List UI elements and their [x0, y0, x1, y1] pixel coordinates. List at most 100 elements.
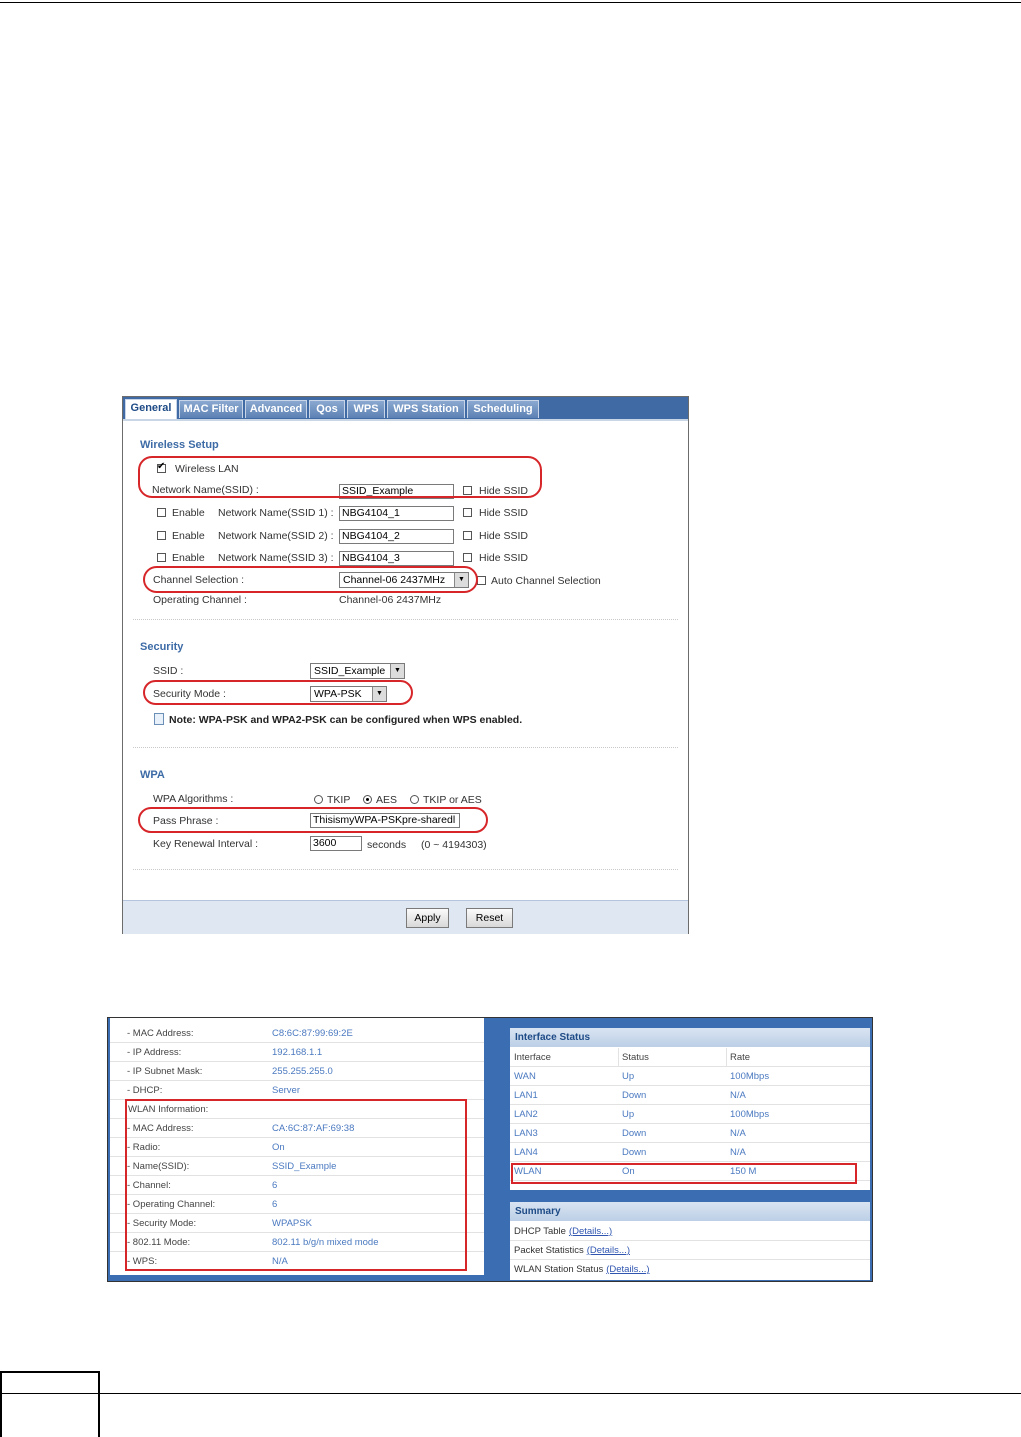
interface-name: LAN4: [514, 1147, 538, 1158]
info-value: C8:6C:87:99:69:2E: [272, 1028, 353, 1039]
info-value: Server: [272, 1085, 300, 1096]
chevron-down-icon: ▼: [390, 664, 404, 678]
tab-mac-filter[interactable]: MAC Filter: [179, 400, 243, 418]
interface-status: Down: [622, 1090, 647, 1101]
col-interface: Interface: [514, 1052, 551, 1063]
interface-rate: 100Mbps: [730, 1071, 770, 1082]
hide-ssid2-label: Hide SSID: [479, 530, 529, 542]
section-divider: [133, 619, 678, 621]
footer-rule: [0, 1393, 1021, 1394]
tab-qos[interactable]: Qos: [309, 400, 345, 418]
highlight-wlan-information: [125, 1099, 467, 1271]
interface-name: LAN2: [514, 1109, 538, 1120]
reset-button[interactable]: Reset: [466, 908, 513, 928]
operating-channel-value: Channel-06 2437MHz: [339, 594, 442, 606]
info-key: - IP Address:: [127, 1047, 182, 1058]
info-key: - DHCP:: [127, 1085, 163, 1096]
interface-status-panel: Interface Status Interface Status Rate W…: [510, 1028, 870, 1190]
summary-label: DHCP Table: [514, 1226, 566, 1237]
dhcp-table-details-link[interactable]: (Details...): [569, 1226, 612, 1237]
hide-ssid1-label: Hide SSID: [479, 507, 529, 519]
enable-ssid3-label: Enable: [172, 552, 205, 564]
key-renewal-input[interactable]: 3600: [310, 836, 362, 851]
highlight-security-mode: [143, 680, 413, 705]
column-separator: [618, 1048, 619, 1067]
interface-row: LAN4 Down N/A: [510, 1143, 870, 1162]
interface-row: LAN3 Down N/A: [510, 1124, 870, 1143]
enable-ssid3-checkbox[interactable]: [157, 553, 166, 562]
ssid3-input[interactable]: NBG4104_3: [339, 551, 454, 566]
button-bar: Apply Reset: [123, 900, 688, 934]
interface-row: WAN Up 100Mbps: [510, 1067, 870, 1086]
security-ssid-label: SSID :: [153, 665, 184, 677]
interface-status: Down: [622, 1147, 647, 1158]
tab-scheduling[interactable]: Scheduling: [467, 400, 539, 418]
tab-wps[interactable]: WPS: [347, 400, 385, 418]
tkip-or-aes-radio[interactable]: [410, 795, 419, 804]
hide-ssid3-label: Hide SSID: [479, 552, 529, 564]
info-value: 255.255.255.0: [272, 1066, 333, 1077]
interface-name: WAN: [514, 1071, 536, 1082]
tab-bar: General MAC Filter Advanced Qos WPS WPS …: [123, 397, 688, 419]
packet-statistics-details-link[interactable]: (Details...): [587, 1245, 630, 1256]
info-row: - IP Subnet Mask: 255.255.255.0: [110, 1062, 484, 1081]
summary-row: Packet Statistics (Details...): [510, 1241, 870, 1260]
status-screen: - MAC Address: C8:6C:87:99:69:2E - IP Ad…: [107, 1017, 873, 1282]
aes-radio[interactable]: [363, 795, 372, 804]
security-ssid-select[interactable]: SSID_Example ▼: [310, 663, 405, 679]
tab-wps-station[interactable]: WPS Station: [387, 400, 465, 418]
hide-ssid3-checkbox[interactable]: [463, 553, 472, 562]
summary-title: Summary: [510, 1202, 870, 1221]
interface-status-title: Interface Status: [510, 1028, 870, 1047]
ssid1-label: Network Name(SSID 1) :: [218, 507, 334, 519]
tkip-label: TKIP: [327, 794, 351, 806]
operating-channel-label: Operating Channel :: [153, 594, 247, 606]
aes-label: AES: [376, 794, 398, 806]
summary-panel: Summary DHCP Table (Details...) Packet St…: [510, 1202, 870, 1280]
highlight-channel-selection: [143, 566, 478, 593]
interface-status: Down: [622, 1128, 647, 1139]
ssid1-input[interactable]: NBG4104_1: [339, 506, 454, 521]
wlan-station-status-details-link[interactable]: (Details...): [606, 1264, 649, 1275]
system-info-panel: - MAC Address: C8:6C:87:99:69:2E - IP Ad…: [110, 1018, 484, 1275]
highlight-pass-phrase: [138, 807, 488, 833]
highlight-wireless-lan: [138, 456, 542, 498]
tkip-or-aes-label: TKIP or AES: [423, 794, 482, 806]
tab-general[interactable]: General: [125, 399, 177, 419]
enable-ssid2-checkbox[interactable]: [157, 531, 166, 540]
ssid2-input[interactable]: NBG4104_2: [339, 529, 454, 544]
interface-row: LAN2 Up 100Mbps: [510, 1105, 870, 1124]
summary-row: DHCP Table (Details...): [510, 1222, 870, 1241]
wireless-general-screen: General MAC Filter Advanced Qos WPS WPS …: [122, 396, 689, 934]
page-number-box: [0, 1371, 100, 1437]
enable-ssid1-checkbox[interactable]: [157, 508, 166, 517]
section-divider: [133, 747, 678, 749]
header-rule: [0, 2, 1021, 3]
interface-status: Up: [622, 1109, 635, 1120]
interface-status: Up: [622, 1071, 635, 1082]
interface-rate: N/A: [730, 1128, 746, 1139]
apply-button[interactable]: Apply: [406, 908, 449, 928]
hide-ssid2-checkbox[interactable]: [463, 531, 472, 540]
auto-channel-checkbox[interactable]: [477, 576, 486, 585]
interface-name: LAN3: [514, 1128, 538, 1139]
hide-ssid1-checkbox[interactable]: [463, 508, 472, 517]
auto-channel-label: Auto Channel Selection: [491, 575, 601, 587]
info-key: - MAC Address:: [127, 1028, 194, 1039]
key-renewal-unit: seconds: [367, 839, 407, 851]
tkip-radio[interactable]: [314, 795, 323, 804]
interface-row: LAN1 Down N/A: [510, 1086, 870, 1105]
section-divider: [133, 869, 678, 871]
info-row: - DHCP: Server: [110, 1081, 484, 1100]
info-row: - IP Address: 192.168.1.1: [110, 1043, 484, 1062]
security-ssid-value: SSID_Example: [314, 665, 386, 677]
tab-advanced[interactable]: Advanced: [245, 400, 307, 418]
key-renewal-label: Key Renewal Interval :: [153, 838, 259, 850]
ssid2-label: Network Name(SSID 2) :: [218, 530, 334, 542]
summary-label: WLAN Station Status: [514, 1264, 604, 1275]
col-rate: Rate: [730, 1052, 751, 1063]
enable-ssid2-label: Enable: [172, 530, 205, 542]
info-key: - IP Subnet Mask:: [127, 1066, 203, 1077]
col-status: Status: [622, 1052, 649, 1063]
column-separator: [726, 1048, 727, 1067]
